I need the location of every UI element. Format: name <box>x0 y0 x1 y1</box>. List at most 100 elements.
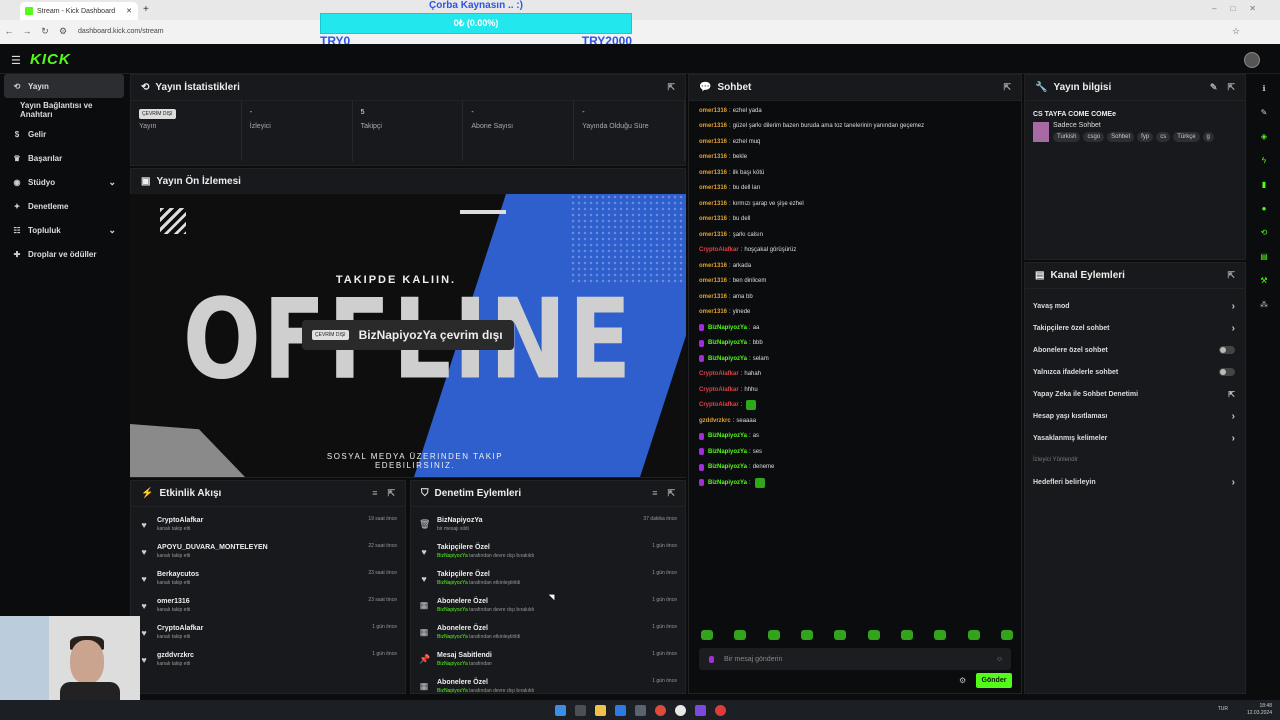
chat-username[interactable]: gzddvrzkrc <box>699 418 731 424</box>
toggle-switch[interactable] <box>1219 368 1235 376</box>
chat-username[interactable]: BizNapiyozYa <box>708 449 747 455</box>
chat-input[interactable]: Bir mesaj gönderin ☺ <box>699 648 1011 670</box>
app-icon[interactable] <box>694 704 706 716</box>
emote-icon[interactable] <box>900 630 913 640</box>
activity-row[interactable]: ♥ omer1316 kanalı takip etti 23 saat önce <box>131 592 405 619</box>
activity-user[interactable]: omer1316 <box>157 598 190 605</box>
site-info-icon[interactable]: ⚙ <box>54 26 72 37</box>
sidebar-item[interactable]: ☷ Topluluk ⌄ <box>0 218 126 242</box>
channel-action-row[interactable]: Yavaş mod › <box>1025 295 1245 317</box>
sidebar-item[interactable]: ◉ Stüdyo ⌄ <box>0 170 126 194</box>
bookmark-star-icon[interactable]: ☆ <box>1232 26 1240 37</box>
chat-username[interactable]: omer1316 <box>699 201 727 207</box>
tag-chip[interactable]: fyp <box>1137 132 1154 142</box>
tag-chip[interactable]: Türkçe <box>1173 132 1200 142</box>
chat-icon[interactable]: ● <box>1262 204 1267 213</box>
chat-username[interactable]: omer1316 <box>699 185 727 191</box>
channel-action-row[interactable]: Yalnızca ifadelerle sohbet <box>1025 361 1245 383</box>
mod-action-user[interactable]: BizNapiyozYa <box>437 580 468 586</box>
chrome-alt-icon[interactable] <box>674 704 686 716</box>
chat-username[interactable]: CryptoAlafkar <box>699 402 739 408</box>
popout-icon[interactable]: ⇱ <box>387 488 395 499</box>
clock[interactable]: 18:48 12.03.2024 <box>1247 703 1272 717</box>
tag-chip[interactable]: Sohbet <box>1107 132 1135 142</box>
chat-username[interactable]: BizNapiyozYa <box>708 340 747 346</box>
emote-icon[interactable] <box>934 630 947 640</box>
chat-settings-icon[interactable]: ⚙ <box>959 676 966 685</box>
sidebar-item[interactable]: Yayın Bağlantısı ve Anahtarı <box>0 98 126 122</box>
sidebar-item[interactable]: ⟲ Yayın <box>4 74 124 98</box>
sidebar-item[interactable]: ♛ Başarılar <box>0 146 126 170</box>
chat-username[interactable]: BizNapiyozYa <box>708 356 747 362</box>
folder-icon[interactable] <box>594 704 606 716</box>
activity-row[interactable]: ♥ APOYU_DUVARA_MONTELEYEN kanalı takip ett… <box>131 538 405 565</box>
filter-icon[interactable]: ≡ <box>652 488 657 499</box>
mod-action-row[interactable]: ▦ Abonelere Özel BizNapiyozYa tarafından d… <box>411 592 685 619</box>
popout-icon[interactable]: ⇱ <box>1227 270 1235 281</box>
chat-username[interactable]: BizNapiyozYa <box>708 464 747 470</box>
popout-icon[interactable]: ⇱ <box>1227 82 1235 93</box>
emoji-icon[interactable]: ☺ <box>996 656 1003 663</box>
chat-username[interactable]: omer1316 <box>699 232 727 238</box>
emote-icon[interactable] <box>1000 630 1013 640</box>
emote-icon[interactable] <box>701 630 713 640</box>
emote-icon[interactable] <box>867 630 880 640</box>
external-link-icon[interactable]: ⇱ <box>1228 390 1235 399</box>
chevron-right-icon[interactable]: › <box>1232 323 1235 334</box>
tag-chip[interactable]: cs <box>1156 132 1171 142</box>
channel-action-row[interactable]: Hesap yaşı kısıtlaması › <box>1025 405 1245 427</box>
chevron-right-icon[interactable]: › <box>1232 411 1235 422</box>
tag-chip[interactable]: csgo <box>1083 132 1105 142</box>
chevron-down-icon[interactable]: ⌄ <box>108 225 116 236</box>
toggle-switch[interactable] <box>1219 346 1235 354</box>
mod-action-user[interactable]: BizNapiyozYa <box>437 661 468 667</box>
new-tab-icon[interactable]: + <box>143 4 149 15</box>
chevron-right-icon[interactable]: › <box>1232 477 1235 488</box>
emote-icon[interactable] <box>800 630 813 640</box>
chat-username[interactable]: omer1316 <box>699 263 727 269</box>
channel-action-row[interactable]: Abonelere özel sohbet <box>1025 339 1245 361</box>
filter-icon[interactable]: ≡ <box>372 488 377 499</box>
activity-user[interactable]: Berkaycutos <box>157 571 199 578</box>
emote-icon[interactable] <box>834 630 847 640</box>
activity-user[interactable]: gzddvrzkrc <box>157 652 194 659</box>
widget-icon[interactable]: ◈ <box>1261 132 1267 141</box>
start-icon[interactable] <box>554 704 566 716</box>
calculator-icon[interactable] <box>634 704 646 716</box>
window-controls[interactable]: –□✕ <box>1212 4 1270 13</box>
mod-action-user[interactable]: BizNapiyozYa <box>437 688 468 693</box>
shield-icon[interactable]: ▮ <box>1262 180 1266 189</box>
menu-icon[interactable]: ☰ <box>11 54 21 67</box>
chat-username[interactable]: CryptoAlafkar <box>699 247 739 253</box>
edit-icon[interactable]: ✎ <box>1210 82 1218 93</box>
chat-username[interactable]: omer1316 <box>699 123 727 129</box>
mod-action-row[interactable]: ▦ Abonelere Özel BizNapiyozYa tarafından e… <box>411 619 685 646</box>
chevron-right-icon[interactable]: › <box>1232 433 1235 444</box>
browser-tab[interactable]: Stream - Kick Dashboard ✕ <box>20 2 138 20</box>
mod-action-row[interactable]: ♥ Takipçilere Özel BizNapiyozYa tarafından… <box>411 538 685 565</box>
activity-user[interactable]: CryptoAlafkar <box>157 625 203 632</box>
mod-action-row[interactable]: 🗑 BizNapiyozYa bir mesajı sildi 37 dakika ö… <box>411 511 685 538</box>
forward-icon[interactable]: → <box>18 26 36 36</box>
popout-icon[interactable]: ⇱ <box>667 82 675 93</box>
pen-icon[interactable]: ✎ <box>1261 108 1268 117</box>
chat-username[interactable]: omer1316 <box>699 216 727 222</box>
chat-username[interactable]: omer1316 <box>699 108 727 114</box>
mod-action-row[interactable]: 📌 Mesaj Sabitlendi BizNapiyozYa tarafından… <box>411 646 685 673</box>
mod-action-row[interactable]: ♥ Takipçilere Özel BizNapiyozYa tarafından… <box>411 565 685 592</box>
activity-row[interactable]: ♥ CryptoAlafkar kanalı takip etti 19 saat ö… <box>131 511 405 538</box>
kick-logo[interactable]: KICK <box>30 51 71 68</box>
activity-user[interactable]: CryptoAlafkar <box>157 517 203 524</box>
activity-user[interactable]: APOYU_DUVARA_MONTELEYEN <box>157 544 268 551</box>
activity-row[interactable]: ♥ CryptoAlafkar kanalı takip etti 1 gün önc… <box>131 619 405 646</box>
emote-icon[interactable] <box>767 630 780 640</box>
reload-icon[interactable]: ↻ <box>36 26 54 37</box>
chat-username[interactable]: BizNapiyozYa <box>708 325 747 331</box>
chevron-down-icon[interactable]: ⌄ <box>108 177 116 188</box>
mod-action-user[interactable]: BizNapiyozYa <box>437 607 468 613</box>
user-avatar[interactable] <box>1244 52 1260 68</box>
chevron-right-icon[interactable]: › <box>1232 301 1235 312</box>
chat-username[interactable]: omer1316 <box>699 154 727 160</box>
language-indicator[interactable]: TUR <box>1218 706 1228 712</box>
chat-username[interactable]: CryptoAlafkar <box>699 387 739 393</box>
